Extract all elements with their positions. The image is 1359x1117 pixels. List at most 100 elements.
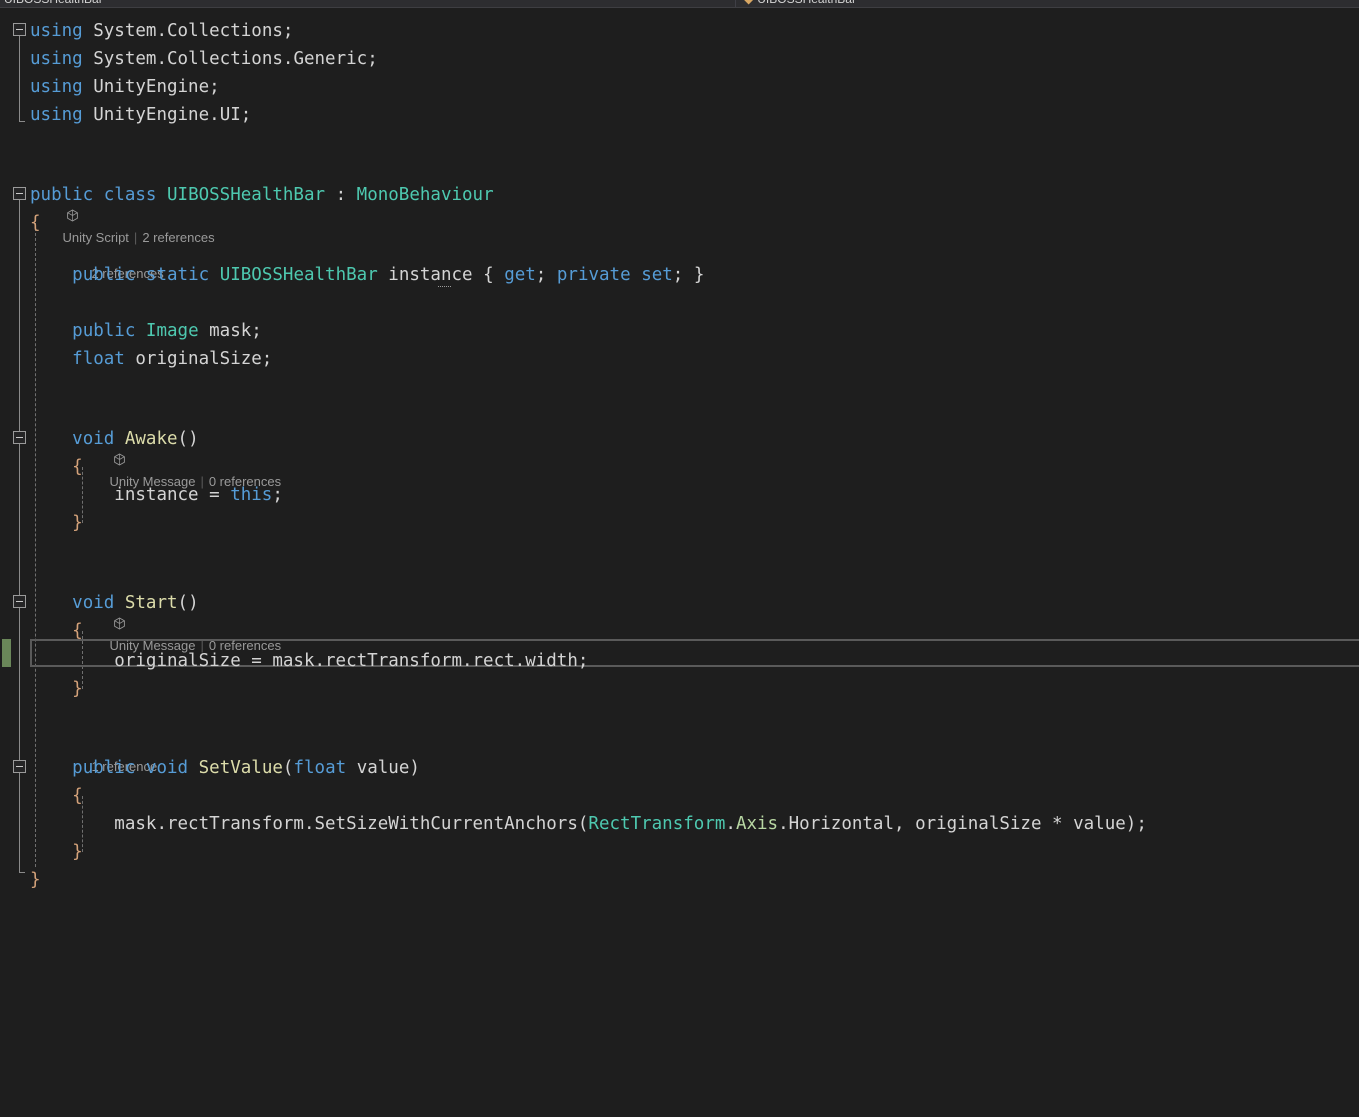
codelens-class[interactable]: Unity Script | 2 references <box>30 161 215 245</box>
code-token: public <box>72 758 136 778</box>
code-token: UIBOSSHealthBar <box>219 265 378 285</box>
code-token: . <box>156 21 167 41</box>
code-token: . <box>156 49 167 69</box>
code-token: System <box>93 21 157 41</box>
code-token: instance <box>388 265 473 285</box>
code-line-text: { <box>30 782 83 810</box>
code-token: { <box>72 457 83 477</box>
fold-scope-foot <box>19 121 25 122</box>
fold-toggle-start[interactable] <box>13 595 26 608</box>
code-line-text: public static UIBOSSHealthBar instance {… <box>30 261 704 289</box>
code-token: { <box>72 621 83 641</box>
code-line-text: public Image mask; <box>30 317 262 345</box>
code-token: get <box>504 265 536 285</box>
code-line-text: using System.Collections; <box>30 17 293 45</box>
code-token: { <box>30 213 41 233</box>
code-token: { <box>472 265 505 285</box>
code-line-text: } <box>30 838 83 866</box>
code-token: () <box>177 429 199 449</box>
code-line-text: { <box>30 617 83 645</box>
code-token: MonoBehaviour <box>356 185 494 205</box>
navigation-bar: UIBOSSHealthBar ◆ UIBOSSHealthBar <box>0 0 1359 8</box>
code-line-text: { <box>30 453 83 481</box>
code-token: private <box>556 265 631 285</box>
navigation-bar-divider <box>735 0 736 7</box>
code-token: } <box>72 679 83 699</box>
code-token: using <box>30 21 83 41</box>
code-line-text: void Awake() <box>30 425 199 453</box>
code-token: ; <box>367 49 378 69</box>
code-line-text: float originalSize; <box>30 345 272 373</box>
codelens-instance[interactable]: 2 references <box>77 241 163 281</box>
code-token: UI <box>219 105 241 125</box>
code-token: value) <box>346 758 420 778</box>
code-token: set <box>641 265 673 285</box>
type-dropdown[interactable]: UIBOSSHealthBar <box>4 0 724 7</box>
code-line-text: instance = this; <box>30 481 283 509</box>
fold-toggle-class[interactable] <box>13 187 26 200</box>
code-token: using <box>30 77 83 97</box>
codelens-setvalue[interactable]: 1 reference <box>77 734 157 774</box>
code-line-text: mask.rectTransform.SetSizeWithCurrentAnc… <box>30 810 1147 838</box>
code-token: void <box>72 429 115 449</box>
code-token: float <box>293 758 347 778</box>
member-dropdown[interactable]: ◆ UIBOSSHealthBar <box>744 0 1344 7</box>
code-token: UnityEngine <box>93 105 210 125</box>
code-token: public <box>72 321 136 341</box>
code-line-text: public class UIBOSSHealthBar : MonoBehav… <box>30 181 494 209</box>
code-line-text: originalSize = mask.rectTransform.rect.w… <box>30 647 588 675</box>
code-token: public <box>30 185 94 205</box>
code-editor[interactable]: Unity Script | 2 references 2 references U… <box>0 9 1359 1117</box>
code-token: } <box>72 842 83 862</box>
code-line-text: using System.Collections.Generic; <box>30 45 378 73</box>
code-token: , originalSize * value); <box>894 814 1147 834</box>
member-dropdown-label: UIBOSSHealthBar <box>757 0 856 6</box>
code-token: instance = <box>114 485 231 505</box>
code-token: public <box>72 265 136 285</box>
code-line-text: public void SetValue(float value) <box>30 754 420 782</box>
fold-scope-line <box>19 36 20 121</box>
editor-gutter[interactable] <box>0 9 30 1117</box>
code-token: RectTransform <box>588 814 726 834</box>
code-token: ; <box>272 485 283 505</box>
change-indicator <box>2 639 11 667</box>
fold-toggle-usings[interactable] <box>13 23 26 36</box>
code-token: ; <box>282 21 294 41</box>
code-token: Start <box>124 593 178 613</box>
codelens-start[interactable]: Unity Message | 0 references <box>77 569 281 653</box>
fold-scope-foot <box>19 872 25 873</box>
code-token: mask.rectTransform.SetSizeWithCurrentAnc… <box>114 814 589 834</box>
code-token: Collections <box>167 49 283 69</box>
code-line-text: void Start() <box>30 589 198 617</box>
code-token: Awake <box>124 429 178 449</box>
fold-toggle-setvalue[interactable] <box>13 760 26 773</box>
code-token: static <box>145 265 210 285</box>
code-token: Image <box>145 321 199 341</box>
code-token: SetValue <box>198 758 283 778</box>
code-token: . <box>209 105 220 125</box>
code-token: ; <box>209 77 220 97</box>
code-token: mask; <box>198 321 262 341</box>
fold-toggle-awake[interactable] <box>13 431 26 444</box>
code-token: . <box>725 814 736 834</box>
codelens-awake[interactable]: Unity Message | 0 references <box>77 405 281 489</box>
code-token: } <box>72 513 83 533</box>
code-line-text: } <box>30 866 41 894</box>
code-token: using <box>30 49 83 69</box>
